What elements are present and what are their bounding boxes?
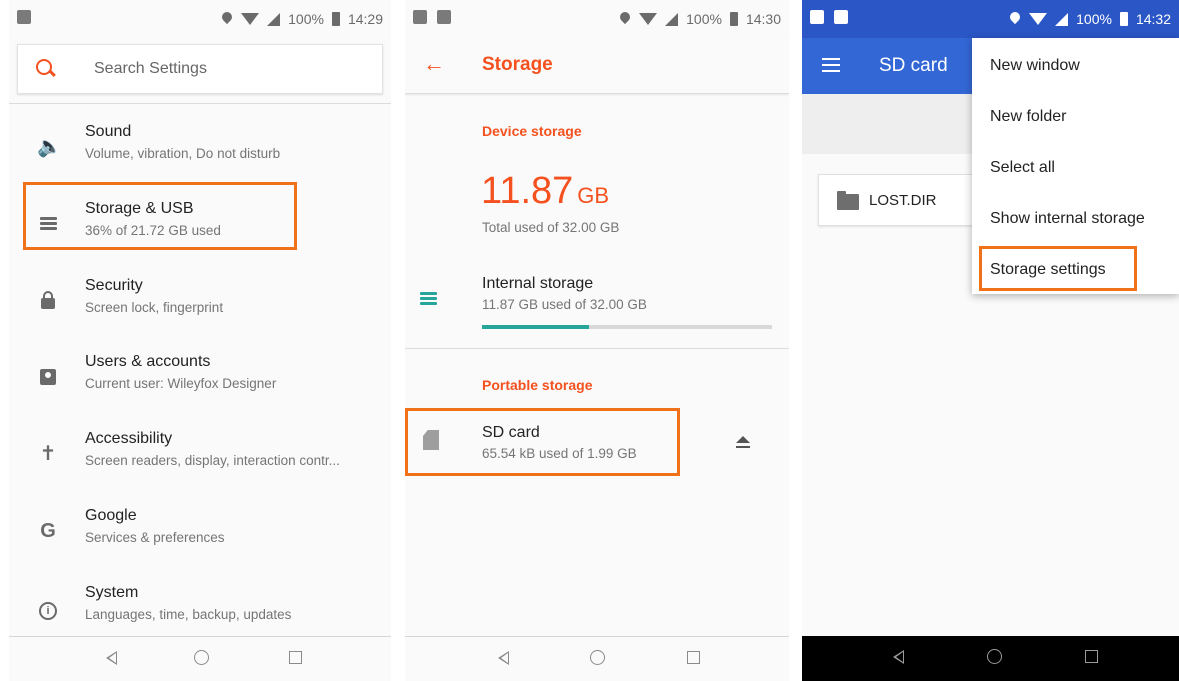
highlight-box: [23, 182, 297, 250]
settings-screen: 100% 14:29 Search Settings 🔈 Sound Volum…: [9, 0, 391, 681]
battery-percent: 100%: [1076, 11, 1112, 27]
divider: [9, 103, 391, 104]
setting-subtitle: Screen readers, display, interaction con…: [85, 453, 340, 468]
back-nav-icon[interactable]: [491, 646, 515, 670]
eject-icon[interactable]: [735, 436, 751, 450]
used-storage-value: 11.87 GB: [481, 170, 609, 213]
setting-subtitle: Languages, time, backup, updates: [85, 607, 292, 622]
signal-icon: [267, 12, 281, 26]
home-nav-icon[interactable]: [189, 646, 213, 670]
clock: 14:32: [1135, 11, 1171, 27]
recents-nav-icon[interactable]: [283, 646, 307, 670]
signal-icon: [1055, 12, 1069, 26]
used-number: 11.87: [481, 170, 574, 212]
setting-title: Sound: [85, 123, 132, 140]
nav-bar: [9, 636, 391, 681]
status-bar: 100% 14:30: [405, 0, 789, 38]
location-icon: [1009, 12, 1021, 26]
wifi-icon: [241, 13, 260, 25]
setting-subtitle: Screen lock, fingerprint: [85, 300, 224, 315]
highlight-box: [405, 408, 680, 476]
nav-bar: [802, 636, 1179, 681]
back-nav-icon[interactable]: [886, 645, 910, 669]
setting-item-accessibility[interactable]: ✝ Accessibility Screen readers, display,…: [9, 427, 391, 497]
battery-percent: 100%: [686, 11, 722, 27]
setting-title: Accessibility: [85, 430, 173, 447]
search-placeholder: Search Settings: [94, 60, 207, 77]
menu-icon[interactable]: [822, 58, 840, 72]
setting-item-sound[interactable]: 🔈 Sound Volume, vibration, Do not distur…: [9, 120, 391, 190]
nav-bar: [405, 636, 789, 681]
folder-name: LOST.DIR: [869, 192, 937, 209]
status-bar: 100% 14:29: [9, 0, 391, 38]
back-arrow-icon[interactable]: ←: [423, 53, 445, 75]
setting-item-users[interactable]: Users & accounts Current user: Wileyfox …: [9, 350, 391, 420]
progress-fill: [482, 325, 590, 329]
home-nav-icon[interactable]: [585, 646, 609, 670]
clock: 14:30: [745, 11, 781, 27]
portable-storage-label: Portable storage: [482, 377, 593, 393]
app-bar: ← Storage: [405, 38, 789, 94]
search-bar[interactable]: Search Settings: [17, 44, 383, 94]
setting-item-security[interactable]: Security Screen lock, fingerprint: [9, 274, 391, 344]
battery-percent: 100%: [288, 11, 324, 27]
recents-nav-icon[interactable]: [681, 646, 705, 670]
menu-item-select-all[interactable]: Select all: [972, 142, 1179, 193]
menu-item-show-internal-storage[interactable]: Show internal storage: [972, 193, 1179, 244]
setting-title: Users & accounts: [85, 353, 211, 370]
sdcard-notification-icon: [413, 10, 427, 24]
setting-item-google[interactable]: G Google Services & preferences: [9, 504, 391, 574]
internal-storage-subtitle: 11.87 GB used of 32.00 GB: [482, 297, 647, 312]
menu-item-new-window[interactable]: New window: [972, 40, 1179, 91]
divider: [405, 348, 789, 349]
files-screen: 100% 14:32 SD card LOST.DIR New window N…: [802, 0, 1179, 681]
folder-icon: [837, 191, 859, 210]
internal-storage-title: Internal storage: [482, 275, 594, 292]
internal-storage-progress: [482, 325, 772, 329]
setting-subtitle: Services & preferences: [85, 530, 225, 545]
highlight-box: [979, 246, 1137, 291]
menu-item-new-folder[interactable]: New folder: [972, 91, 1179, 142]
wifi-icon: [639, 13, 658, 25]
total-used-text: Total used of 32.00 GB: [482, 220, 620, 235]
storage-icon: [420, 292, 437, 309]
battery-icon: [1119, 12, 1128, 26]
setting-subtitle: Current user: Wileyfox Designer: [85, 376, 277, 391]
volume-icon: 🔈: [37, 136, 62, 158]
image-notification-icon: [17, 10, 31, 24]
setting-title: Google: [85, 507, 137, 524]
setting-title: System: [85, 584, 139, 601]
image-notification-icon: [810, 10, 824, 24]
page-title: Storage: [482, 54, 553, 75]
search-icon: [36, 59, 52, 75]
setting-subtitle: Volume, vibration, Do not disturb: [85, 146, 281, 161]
home-nav-icon[interactable]: [982, 645, 1006, 669]
signal-icon: [665, 12, 679, 26]
location-icon: [619, 12, 631, 26]
status-bar: 100% 14:32: [802, 0, 1179, 38]
used-unit: GB: [577, 183, 610, 208]
info-icon: i: [37, 597, 59, 620]
sdcard-notification-icon: [834, 10, 848, 24]
image-notification-icon: [437, 10, 451, 24]
recents-nav-icon[interactable]: [1079, 645, 1103, 669]
location-icon: [221, 12, 233, 26]
google-icon: G: [40, 520, 56, 542]
battery-icon: [331, 12, 340, 26]
wifi-icon: [1029, 13, 1048, 25]
setting-title: Security: [85, 277, 143, 294]
battery-icon: [729, 12, 738, 26]
back-nav-icon[interactable]: [99, 646, 123, 670]
account-icon: [37, 366, 59, 388]
page-title: SD card: [879, 55, 948, 76]
device-storage-label: Device storage: [482, 123, 582, 139]
lock-icon: [37, 290, 59, 312]
clock: 14:29: [347, 11, 383, 27]
storage-screen: 100% 14:30 ← Storage Device storage 11.8…: [405, 0, 789, 681]
accessibility-icon: ✝: [39, 443, 57, 465]
